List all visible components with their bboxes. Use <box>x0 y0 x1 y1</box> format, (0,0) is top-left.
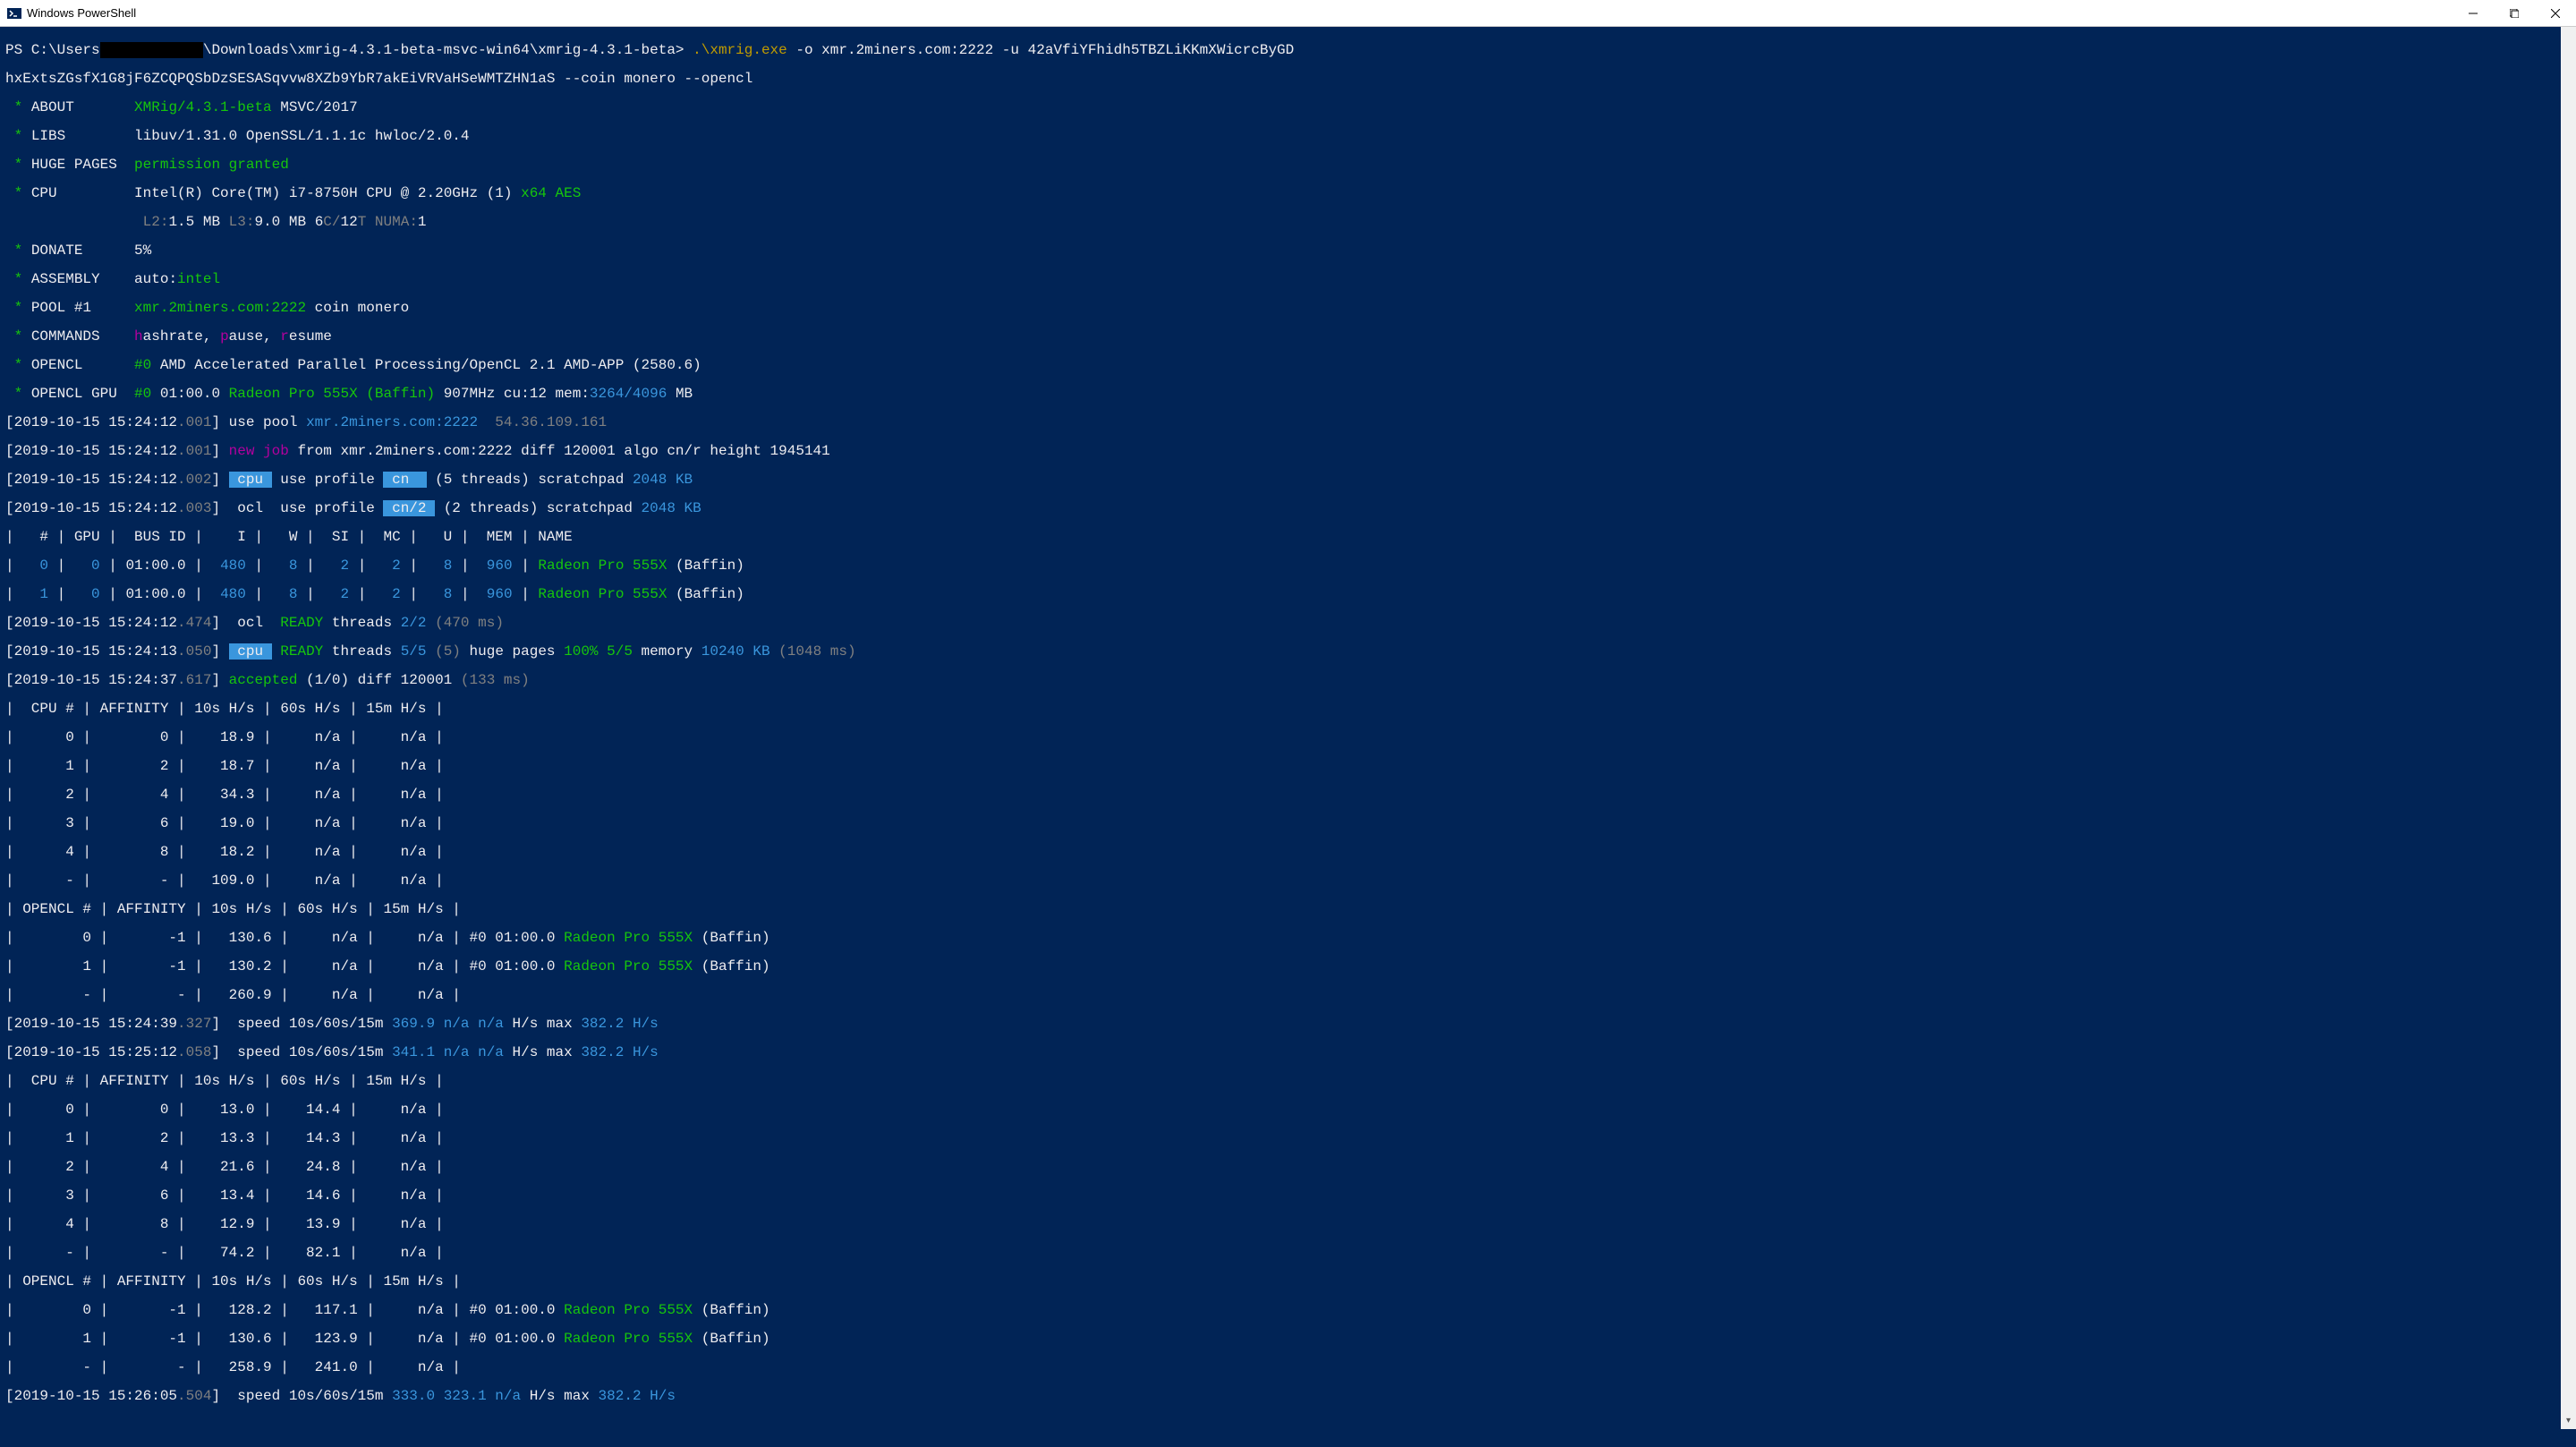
window-title: Windows PowerShell <box>27 6 136 20</box>
cpu-row: | 0 | 0 | 13.0 | 14.4 | n/a | <box>5 1102 2571 1117</box>
cpu-row-total: | - | - | 109.0 | n/a | n/a | <box>5 873 2571 888</box>
pool-ip: 54.36.109.161 <box>495 414 607 430</box>
cpu-features: x64 AES <box>513 185 582 201</box>
opencl-gpu-label: OPENCL GPU <box>31 386 134 402</box>
maximize-button[interactable] <box>2494 0 2535 26</box>
cpu-row: | 2 | 4 | 34.3 | n/a | n/a | <box>5 787 2571 802</box>
cmd-args: hxExtsZGsfX1G8jF6ZCQPQSbDzSESASqvvw8XZb9… <box>5 71 752 87</box>
cpu-l3: 9.0 MB <box>254 214 314 230</box>
cpu-row-total: | - | - | 74.2 | 82.1 | n/a | <box>5 1246 2571 1260</box>
speed-10s: 369.9 <box>392 1016 435 1032</box>
prompt-prefix: PS C:\Users <box>5 42 100 58</box>
minimize-button[interactable] <box>2453 0 2494 26</box>
profile-cn: cn <box>383 472 426 488</box>
cpu-hashrate-header: | CPU # | AFFINITY | 10s H/s | 60s H/s |… <box>5 702 2571 716</box>
cpu-row: | 4 | 8 | 12.9 | 13.9 | n/a | <box>5 1217 2571 1231</box>
speed-max: 382.2 H/s <box>581 1016 658 1032</box>
terminal-output[interactable]: PS C:\Users \Downloads\xmrig-4.3.1-beta-… <box>0 27 2576 1429</box>
cpu-row: | 3 | 6 | 19.0 | n/a | n/a | <box>5 816 2571 830</box>
cpu-row: | 0 | 0 | 18.9 | n/a | n/a | <box>5 730 2571 745</box>
cpu-row: | 1 | 2 | 18.7 | n/a | n/a | <box>5 759 2571 773</box>
redacted-username <box>100 42 203 58</box>
cpu-row: | 1 | 2 | 13.3 | 14.3 | n/a | <box>5 1131 2571 1145</box>
opencl-row: | 0 | -1 | 128.2 | 117.1 | n/a | <box>5 1302 469 1318</box>
pool-label: POOL #1 <box>31 300 134 316</box>
window-controls <box>2453 0 2576 26</box>
ready-status: READY <box>272 615 332 631</box>
opencl-platform: AMD Accelerated Parallel Processing/Open… <box>151 357 701 373</box>
cpu-tag: cpu <box>229 472 272 488</box>
donate-label: DONATE <box>31 243 134 259</box>
timestamp: [2019-10-15 15:24:12 <box>5 414 177 430</box>
pool-address: xmr.2miners.com:2222 <box>134 300 306 316</box>
powershell-icon <box>7 6 21 21</box>
title-bar: Windows PowerShell <box>0 0 2576 27</box>
cpu-row: | 2 | 4 | 21.6 | 24.8 | n/a | <box>5 1160 2571 1174</box>
opencl-row-total: | - | - | 260.9 | n/a | n/a | <box>5 988 2571 1002</box>
libs-label: LIBS <box>31 128 134 144</box>
gpu-name: Radeon Pro 555X (Baffin) <box>229 386 435 402</box>
commands-label: COMMANDS <box>31 328 134 345</box>
cpu-l2: 1.5 MB <box>168 214 228 230</box>
donate-value: 5% <box>134 243 151 259</box>
opencl-row: | 0 | -1 | 130.6 | n/a | n/a | <box>5 930 469 946</box>
about-label: ABOUT <box>31 99 134 115</box>
scroll-track[interactable] <box>2561 42 2576 1414</box>
cpu-name: Intel(R) Core(TM) i7-8750H CPU @ 2.20GHz… <box>134 185 512 201</box>
new-job: new job <box>229 443 289 459</box>
hugepages-label: HUGE PAGES <box>31 157 134 173</box>
about-version: XMRig/4.3.1-beta <box>134 99 272 115</box>
vertical-scrollbar[interactable]: ▴ ▾ <box>2561 27 2576 1429</box>
close-button[interactable] <box>2535 0 2576 26</box>
opencl-row-total: | - | - | 258.9 | 241.0 | n/a | <box>5 1360 2571 1375</box>
cmd-exe: .\xmrig.exe <box>693 42 787 58</box>
opencl-row: | 1 | -1 | 130.6 | 123.9 | n/a | <box>5 1331 469 1347</box>
assembly-label: ASSEMBLY <box>31 271 134 287</box>
pool-coin: coin monero <box>306 300 409 316</box>
opencl-row: | 1 | -1 | 130.2 | n/a | n/a | <box>5 958 469 975</box>
libs-value: libuv/1.31.0 OpenSSL/1.1.1c hwloc/2.0.4 <box>134 128 469 144</box>
gpu-table-header: | # | GPU | BUS ID | I | W | SI | MC | U… <box>5 530 2571 544</box>
assembly-value: intel <box>177 271 220 287</box>
prompt-path: \Downloads\xmrig-4.3.1-beta-msvc-win64\x… <box>203 42 693 58</box>
cpu-row: | 4 | 8 | 18.2 | n/a | n/a | <box>5 845 2571 859</box>
opencl-hashrate-header: | OPENCL # | AFFINITY | 10s H/s | 60s H/… <box>5 902 2571 916</box>
accepted-status: accepted <box>229 672 298 688</box>
cpu-label: CPU <box>31 185 134 201</box>
cpu-row: | 3 | 6 | 13.4 | 14.6 | n/a | <box>5 1188 2571 1203</box>
hugepages-value: permission granted <box>134 157 289 173</box>
profile-cn2: cn/2 <box>383 500 435 516</box>
gpu-memory: 3264/4096 <box>590 386 667 402</box>
opencl-label: OPENCL <box>31 357 134 373</box>
scroll-down-button[interactable]: ▾ <box>2561 1414 2576 1429</box>
